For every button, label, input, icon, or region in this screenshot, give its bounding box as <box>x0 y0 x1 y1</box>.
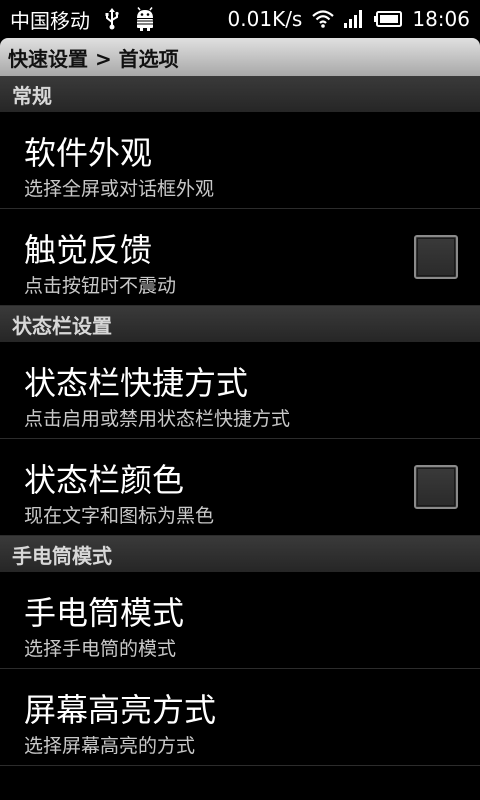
pref-title: 状态栏快捷方式 <box>24 364 249 402</box>
pref-summary: 选择手电筒的模式 <box>24 638 177 660</box>
status-right: 0.01K/s 18:06 <box>228 7 470 31</box>
category-header-flashlight: 手电筒模式 <box>0 536 480 572</box>
category-header-label: 常规 <box>12 83 52 108</box>
pref-summary: 现在文字和图标为黑色 <box>24 505 215 527</box>
pref-summary: 选择屏幕高亮的方式 <box>24 735 196 757</box>
pref-statusbar-color[interactable]: 状态栏颜色 现在文字和图标为黑色 <box>0 439 480 536</box>
category-header-label: 状态栏设置 <box>12 313 112 338</box>
pref-title: 手电筒模式 <box>24 594 185 632</box>
android-debug-icon <box>134 7 156 31</box>
pref-flashlight-mode[interactable]: 手电筒模式 选择手电筒的模式 <box>0 572 480 669</box>
statusbar-color-checkbox[interactable] <box>414 465 458 509</box>
pref-title: 状态栏颜色 <box>24 461 185 499</box>
carrier-name: 中国移动 <box>10 8 90 33</box>
battery-icon <box>374 11 403 27</box>
screen: 中国移动 0.01K/s 18:06 快速设置 > 首选项 常规 软件外观 选择… <box>0 0 480 800</box>
network-speed: 0.01K/s <box>227 7 303 31</box>
title-bar: 快速设置 > 首选项 <box>0 38 480 76</box>
pref-title: 屏幕高亮方式 <box>24 691 217 729</box>
preference-list: 常规 软件外观 选择全屏或对话框外观 触觉反馈 点击按钮时不震动 状态栏设置 状… <box>0 76 480 766</box>
category-header-statusbar: 状态栏设置 <box>0 306 480 342</box>
pref-app-appearance[interactable]: 软件外观 选择全屏或对话框外观 <box>0 112 480 209</box>
pref-summary: 点击按钮时不震动 <box>24 275 177 297</box>
category-header-general: 常规 <box>0 76 480 112</box>
wifi-icon <box>312 10 335 28</box>
status-left: 中国移动 <box>10 5 156 34</box>
status-bar: 中国移动 0.01K/s 18:06 <box>0 0 480 38</box>
clock: 18:06 <box>412 7 470 31</box>
pref-title: 软件外观 <box>24 134 153 172</box>
pref-haptic-feedback[interactable]: 触觉反馈 点击按钮时不震动 <box>0 209 480 306</box>
signal-icon <box>344 10 364 28</box>
haptic-feedback-checkbox[interactable] <box>414 235 458 279</box>
pref-summary: 点击启用或禁用状态栏快捷方式 <box>24 408 291 430</box>
pref-statusbar-shortcuts[interactable]: 状态栏快捷方式 点击启用或禁用状态栏快捷方式 <box>0 342 480 439</box>
usb-icon <box>104 8 120 30</box>
pref-title: 触觉反馈 <box>24 231 153 269</box>
pref-summary: 选择全屏或对话框外观 <box>24 178 215 200</box>
category-header-label: 手电筒模式 <box>12 543 112 568</box>
pref-screen-highlight[interactable]: 屏幕高亮方式 选择屏幕高亮的方式 <box>0 669 480 766</box>
page-title: 快速设置 > 首选项 <box>8 46 179 71</box>
